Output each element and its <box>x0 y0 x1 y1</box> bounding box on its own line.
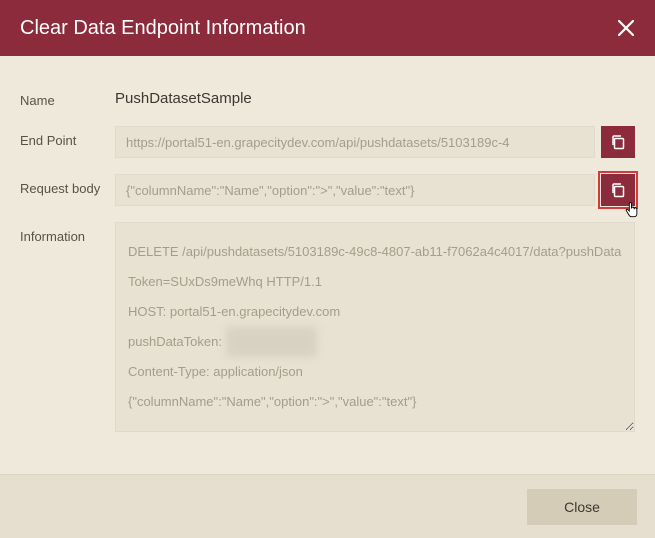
value-name: PushDatasetSample <box>115 86 252 107</box>
modal-header: Clear Data Endpoint Information <box>0 0 655 56</box>
endpoint-input[interactable]: https://portal51-en.grapecitydev.com/api… <box>115 126 595 158</box>
row-information: Information DELETE /api/pushdatasets/510… <box>20 222 635 431</box>
modal-title: Clear Data Endpoint Information <box>20 17 306 40</box>
label-information: Information <box>20 222 115 246</box>
copy-icon <box>610 134 626 150</box>
label-request-body: Request body <box>20 174 115 198</box>
close-icon[interactable] <box>617 19 635 37</box>
row-name: Name PushDatasetSample <box>20 86 635 110</box>
row-request-body: Request body {"columnName":"Name","optio… <box>20 174 635 206</box>
modal-dialog: Clear Data Endpoint Information Name Pus… <box>0 0 655 538</box>
modal-footer: Close <box>0 474 655 538</box>
redacted-token: xxxxxxxxxxxxxx <box>226 327 317 357</box>
information-box[interactable]: DELETE /api/pushdatasets/5103189c-49c8-4… <box>115 222 635 431</box>
copy-icon <box>610 182 626 198</box>
copy-endpoint-button[interactable] <box>601 126 635 158</box>
request-body-input[interactable]: {"columnName":"Name","option":">","value… <box>115 174 595 206</box>
label-endpoint: End Point <box>20 126 115 150</box>
cursor-icon <box>623 202 641 220</box>
label-name: Name <box>20 86 115 110</box>
modal-body: Name PushDatasetSample End Point https:/… <box>0 56 655 474</box>
copy-request-body-button[interactable] <box>601 174 635 206</box>
close-button[interactable]: Close <box>527 489 637 525</box>
row-endpoint: End Point https://portal51-en.grapecityd… <box>20 126 635 158</box>
